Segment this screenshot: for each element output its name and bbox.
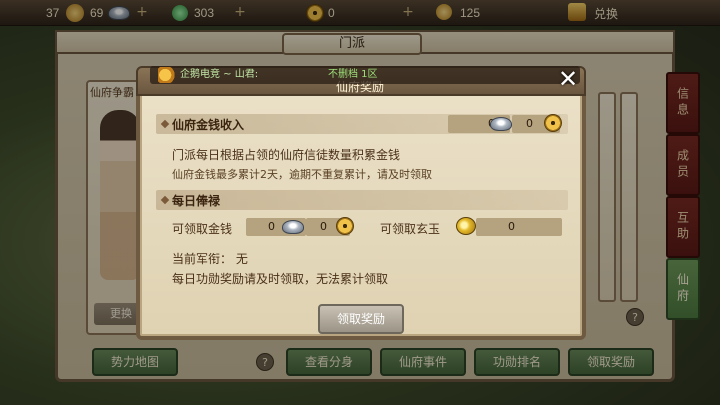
gold-coin-icon	[336, 217, 354, 235]
salary-section-title: 每日俸禄	[172, 194, 221, 208]
silver-ingot-icon	[490, 117, 512, 131]
broadcast-sender: 企鹅电竞 ~ 山君:	[180, 69, 259, 80]
salary-gold-value: 0	[320, 220, 327, 233]
rank-value: 无	[235, 252, 248, 266]
silver-ingot-icon	[282, 220, 304, 234]
salary-jade-value: 0	[508, 220, 515, 233]
salary-silver-value: 0	[268, 220, 275, 233]
broadcast-server: 不删档 1区	[328, 69, 378, 80]
salary-jade-box: 0	[476, 218, 562, 236]
salary-note: 每日功勋奖励请及时领取，无法累计领取	[172, 272, 389, 286]
income-desc-1: 门派每日根据占领的仙府信徒数量积累金钱	[172, 148, 401, 162]
jade-label: 可领取玄玉	[380, 222, 441, 236]
rank-label: 当前军衔：	[172, 252, 233, 266]
income-section-title: 仙府金钱收入	[172, 118, 245, 132]
income-desc-2: 仙府金钱最多累计2天，逾期不重复累计，请及时领取	[172, 168, 432, 181]
rank-row: 当前军衔： 无	[172, 250, 248, 267]
speaker-icon	[158, 67, 176, 83]
close-icon[interactable]: ✕	[554, 66, 582, 94]
jade-icon	[456, 217, 476, 235]
claim-reward-button[interactable]: 领取奖励	[318, 304, 404, 334]
income-gold-value: 0	[526, 117, 533, 130]
money-label: 可领取金钱	[172, 222, 233, 236]
gold-coin-icon	[544, 114, 562, 132]
